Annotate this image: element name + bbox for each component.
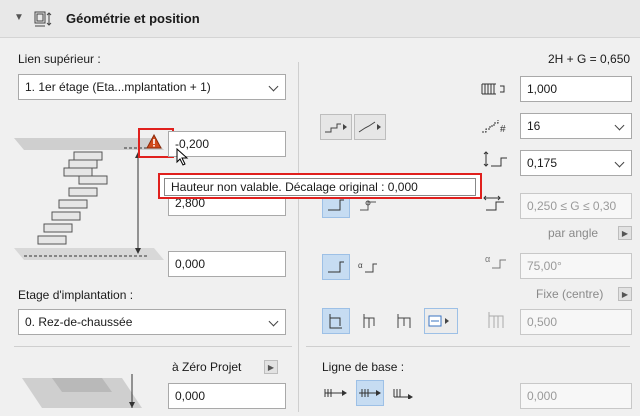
zero-project-value: 0,000 [175, 389, 206, 403]
stair-width-value: 1,000 [527, 82, 558, 96]
align-right-button[interactable] [390, 308, 418, 334]
going-depth-icon [482, 194, 508, 212]
align-left-button[interactable] [322, 308, 350, 334]
stair-width-icon [480, 82, 508, 96]
alignment-menu-button[interactable] [424, 308, 458, 334]
base-offset-value: 0,000 [175, 257, 206, 271]
panel-header[interactable]: ▼ Géométrie et position [0, 0, 640, 38]
svg-text:#: # [500, 124, 506, 134]
stair-width-field[interactable]: 1,000 [520, 76, 632, 102]
warning-icon[interactable] [146, 134, 162, 149]
zero-project-menu-button[interactable]: ▶ [264, 360, 278, 374]
zero-project-field[interactable]: 0,000 [168, 383, 286, 409]
riser-count-select[interactable]: 16 [520, 113, 632, 139]
home-story-value: 0. Rez-de-chaussée [25, 315, 133, 329]
angle-icon: α [484, 254, 508, 270]
fixed-center-label: Fixe (centre) [536, 287, 604, 301]
stair-geometry-icon [34, 10, 52, 27]
baseline-field[interactable]: 0,000 [520, 383, 632, 409]
invalid-height-tooltip: Hauteur non valable. Décalage original :… [158, 173, 482, 199]
riser-height-select[interactable]: 0,175 [520, 150, 632, 176]
offset-value: 0,500 [527, 315, 558, 329]
baseline-right-button[interactable] [390, 380, 418, 406]
baseline-value: 0,000 [527, 389, 558, 403]
angle-active-button[interactable] [322, 254, 350, 280]
riser-height-value: 0,175 [527, 156, 558, 170]
offset-icon [486, 310, 508, 330]
left-divider [14, 346, 292, 347]
baseline-center-button[interactable] [356, 380, 384, 406]
zero-project-label: à Zéro Projet [172, 360, 242, 374]
offset-field[interactable]: 0,500 [520, 309, 632, 335]
top-link-label: Lien supérieur : [18, 52, 101, 66]
alignment-buttons [322, 308, 458, 334]
riser-count-value: 16 [527, 119, 541, 133]
riser-count-icon: # [480, 118, 510, 134]
baseline-buttons [322, 380, 418, 406]
formula-label: 2H + G = 0,650 [548, 52, 631, 66]
stair-type-buttons [320, 114, 386, 140]
top-link-select[interactable]: 1. 1er étage (Eta...mplantation + 1) [18, 74, 286, 100]
right-divider [306, 346, 630, 347]
by-angle-label: par angle [548, 226, 599, 240]
home-story-select[interactable]: 0. Rez-de-chaussée [18, 309, 286, 335]
stair-structure-button[interactable] [320, 114, 352, 140]
svg-text:α: α [358, 261, 363, 270]
align-center-button[interactable] [356, 308, 384, 334]
stair-shape-button[interactable] [354, 114, 386, 140]
fixed-center-menu-button[interactable]: ▶ [618, 287, 632, 301]
riser-height-icon [482, 150, 508, 168]
mouse-cursor-icon [176, 148, 190, 166]
column-divider [298, 62, 299, 412]
base-offset-field[interactable]: 0,000 [168, 251, 286, 277]
floor-plane-illustration [22, 372, 152, 412]
going-depth-field[interactable]: 0,250 ≤ G ≤ 0,30 [520, 193, 632, 219]
panel-title: Géométrie et position [66, 11, 200, 26]
angle-button[interactable]: α [354, 254, 382, 280]
angle-value: 75,00° [527, 259, 562, 273]
angle-field[interactable]: 75,00° [520, 253, 632, 279]
top-link-value: 1. 1er étage (Eta...mplantation + 1) [25, 80, 211, 94]
by-angle-menu-button[interactable]: ▶ [618, 226, 632, 240]
going-depth-value: 0,250 ≤ G ≤ 0,30 [527, 199, 617, 213]
collapse-chevron-icon[interactable]: ▼ [14, 12, 24, 23]
home-story-label: Etage d'implantation : [18, 288, 134, 302]
tooltip-text: Hauteur non valable. Décalage original :… [164, 178, 476, 196]
svg-text:α: α [485, 254, 490, 264]
baseline-left-button[interactable] [322, 380, 350, 406]
baseline-label: Ligne de base : [322, 360, 405, 374]
